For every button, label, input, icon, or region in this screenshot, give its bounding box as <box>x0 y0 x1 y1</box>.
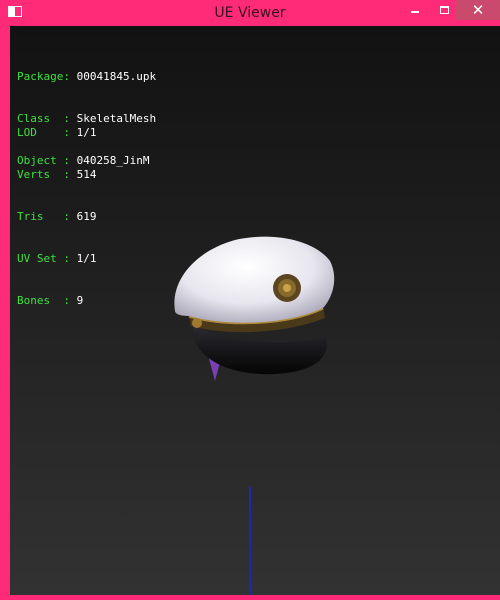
close-icon: ✕ <box>471 1 485 19</box>
stat-line-tris: Tris : 619 <box>17 210 97 223</box>
minimize-button[interactable] <box>402 0 428 20</box>
band-button-shape <box>192 318 202 328</box>
info-line-package: Package: 00041845.upk <box>17 70 157 83</box>
maximize-icon <box>440 6 449 14</box>
crown-shape <box>174 236 335 323</box>
stat-line-verts: Verts : 514 <box>17 168 97 181</box>
minimize-icon <box>411 11 419 13</box>
close-button[interactable]: ✕ <box>456 0 500 20</box>
hat-emblem <box>273 274 301 302</box>
3d-viewport[interactable]: Package: 00041845.upk Class : SkeletalMe… <box>10 26 500 595</box>
axis-line <box>249 487 251 595</box>
title-bar[interactable]: UE Viewer ✕ <box>5 0 500 26</box>
stat-line-lod: LOD : 1/1 <box>17 126 97 139</box>
stat-line-bones: Bones : 9 <box>17 294 84 307</box>
maximize-button[interactable] <box>432 0 458 20</box>
stat-line-uvset: UV Set : 1/1 <box>17 252 97 265</box>
mesh-stats-block: LOD : 1/1 Verts : 514 Tris : 619 UV Set … <box>17 98 96 336</box>
app-window: UE Viewer ✕ Package: 00041845.upk Class … <box>0 0 500 600</box>
captain-hat-mesh[interactable] <box>165 226 340 386</box>
